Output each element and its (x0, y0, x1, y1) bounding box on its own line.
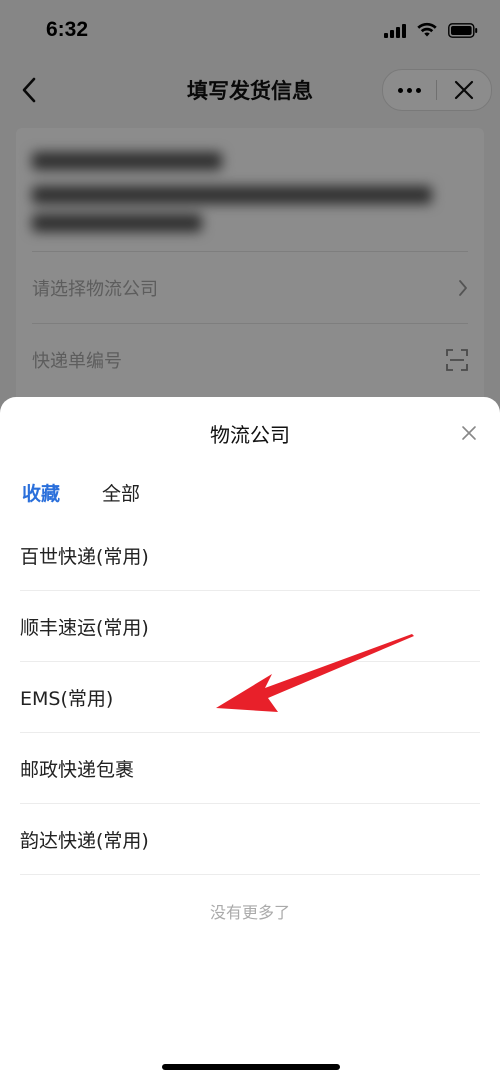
carrier-item-ems[interactable]: EMS(常用) (20, 662, 480, 733)
carrier-item-sf-express[interactable]: 顺丰速运(常用) (20, 591, 480, 662)
carrier-list: 百世快递(常用) 顺丰速运(常用) EMS(常用) 邮政快递包裹 韵达快递(常用… (20, 520, 480, 875)
carrier-picker-sheet: 物流公司 收藏 全部 百世快递(常用) 顺丰速运(常用) EMS(常用) 邮政快… (0, 397, 500, 1082)
tab-all[interactable]: 全部 (102, 479, 140, 506)
list-end-text: 没有更多了 (209, 903, 290, 922)
close-icon (462, 426, 476, 440)
home-indicator (162, 1064, 340, 1070)
carrier-item-best-express[interactable]: 百世快递(常用) (20, 520, 480, 591)
sheet-close-button[interactable] (455, 419, 483, 447)
carrier-item-yunda-express[interactable]: 韵达快递(常用) (20, 804, 480, 875)
carrier-item-china-post-parcel[interactable]: 邮政快递包裹 (20, 733, 480, 804)
sheet-title: 物流公司 (210, 423, 290, 447)
carrier-tabs: 收藏 全部 (22, 479, 140, 506)
tab-favorites[interactable]: 收藏 (22, 479, 60, 506)
